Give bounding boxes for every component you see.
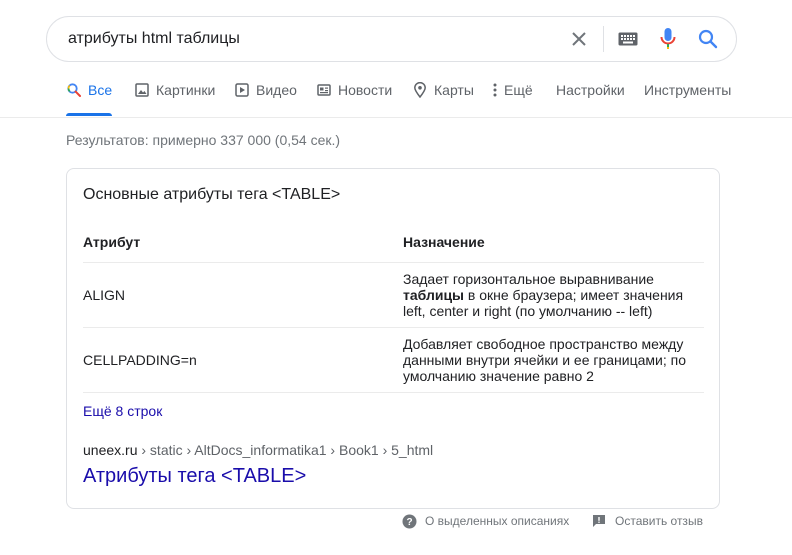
tab-label: Новости xyxy=(338,82,393,98)
feedback-label: Оставить отзыв xyxy=(615,514,703,528)
feedback-icon xyxy=(591,513,607,529)
breadcrumb[interactable]: uneex.ru › static › AltDocs_informatika1… xyxy=(83,442,433,458)
tab-more[interactable]: Ещё xyxy=(492,62,533,118)
table-cell-purpose: Добавляет свободное пространство между д… xyxy=(403,336,704,384)
feedback-link[interactable]: Оставить отзыв xyxy=(591,512,703,530)
snippet-footer: ? О выделенных описаниях Оставить отзыв xyxy=(0,512,792,532)
search-divider xyxy=(603,26,604,52)
tab-images[interactable]: Картинки xyxy=(134,62,215,118)
tab-all[interactable]: Все xyxy=(66,62,113,118)
breadcrumb-path: › static › AltDocs_informatika1 › Book1 … xyxy=(137,442,434,458)
tab-tools[interactable]: Инструменты xyxy=(644,62,731,118)
snippet-title: Основные атрибуты тега <TABLE> xyxy=(83,186,341,203)
table-cell-attribute: ALIGN xyxy=(83,287,126,303)
map-pin-icon xyxy=(412,82,428,98)
more-vert-icon xyxy=(492,82,498,98)
more-rows-link[interactable]: Ещё 8 строк xyxy=(83,403,162,419)
snippet-table: Атрибут Назначение ALIGN Задает горизонт… xyxy=(83,221,704,393)
tab-news[interactable]: Новости xyxy=(316,62,392,118)
keyboard-icon xyxy=(618,32,638,46)
close-icon xyxy=(572,32,586,46)
svg-text:?: ? xyxy=(406,517,412,528)
table-header-row: Атрибут Назначение xyxy=(83,221,704,263)
help-icon: ? xyxy=(401,513,417,529)
search-button[interactable] xyxy=(688,17,728,61)
keyboard-button[interactable] xyxy=(608,17,648,61)
purpose-text: Задает горизонтальное выравнивание xyxy=(403,271,654,287)
search-input[interactable] xyxy=(68,19,559,59)
table-header-attribute: Атрибут xyxy=(83,233,141,250)
table-header-purpose: Назначение xyxy=(403,233,485,250)
about-snippets-label: О выделенных описаниях xyxy=(425,514,570,528)
voice-search-button[interactable] xyxy=(648,17,688,61)
table-row: ALIGN Задает горизонтальное выравнивание… xyxy=(83,263,704,328)
news-icon xyxy=(316,82,332,98)
search-tabs: Все Картинки Видео Новости Карты Ещё Нас… xyxy=(0,62,792,118)
tab-label: Карты xyxy=(434,82,474,98)
tab-label: Настройки xyxy=(556,82,625,98)
tab-label: Видео xyxy=(256,82,297,98)
video-icon xyxy=(234,82,250,98)
clear-button[interactable] xyxy=(559,17,599,61)
purpose-highlight: таблицы xyxy=(403,287,465,303)
results-count: Результатов: примерно 337 000 (0,54 сек.… xyxy=(66,132,341,148)
search-icon xyxy=(66,82,82,98)
tab-label: Картинки xyxy=(156,82,216,98)
tab-label: Ещё xyxy=(504,82,533,98)
table-row: CELLPADDING=n Добавляет свободное простр… xyxy=(83,328,704,393)
result-title-link[interactable]: Атрибуты тега <TABLE> xyxy=(83,465,306,488)
tab-maps[interactable]: Карты xyxy=(412,62,474,118)
table-cell-purpose: Задает горизонтальное выравнивание табли… xyxy=(403,271,704,319)
tab-label: Все xyxy=(88,82,113,98)
tab-settings[interactable]: Настройки xyxy=(556,62,625,118)
featured-snippet: Основные атрибуты тега <TABLE> Атрибут Н… xyxy=(66,168,720,509)
search-box[interactable] xyxy=(46,16,737,62)
purpose-text: Добавляет свободное пространство между д… xyxy=(403,336,687,384)
table-cell-attribute: CELLPADDING=n xyxy=(83,352,197,368)
microphone-icon xyxy=(660,28,676,49)
search-icon xyxy=(698,29,718,49)
image-icon xyxy=(134,82,150,98)
tab-label: Инструменты xyxy=(644,82,732,98)
about-snippets-link[interactable]: ? О выделенных описаниях xyxy=(401,512,569,530)
tab-video[interactable]: Видео xyxy=(234,62,297,118)
breadcrumb-domain: uneex.ru xyxy=(83,442,138,458)
